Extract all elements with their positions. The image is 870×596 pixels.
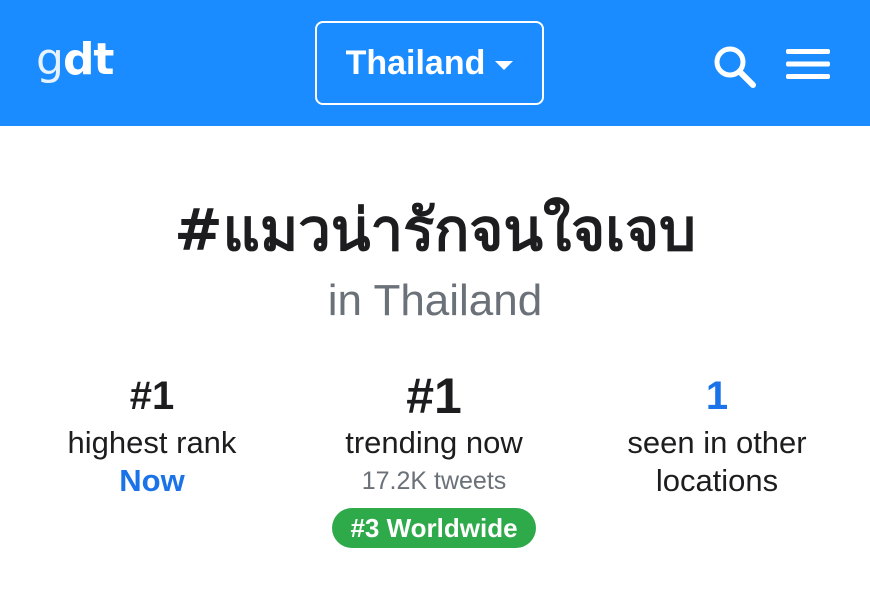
top-nav-bar: gdt Thailand (0, 0, 870, 126)
menu-icon (786, 49, 830, 79)
logo-letter-g: g (36, 34, 64, 85)
worldwide-rank-badge[interactable]: #3 Worldwide (332, 508, 536, 548)
other-locations-label-line2: locations (655, 463, 779, 498)
search-icon (714, 46, 756, 88)
logo-letters-dt: dt (62, 34, 115, 85)
highest-rank-label: highest rank (67, 425, 237, 460)
trending-now-label: trending now (345, 425, 523, 460)
tweet-count: 17.2K tweets (361, 467, 507, 495)
menu-button[interactable] (786, 46, 830, 82)
trend-location-subtitle: in Thailand (327, 276, 543, 325)
country-selector-label: Thailand (345, 43, 486, 82)
gdt-logo[interactable]: gdt (36, 30, 115, 90)
other-locations-count[interactable]: 1 (567, 372, 867, 420)
highest-rank-when: Now (119, 463, 185, 498)
search-button[interactable] (712, 44, 758, 90)
stat-trending-now: #1 trending now 17.2K tweets #3 Worldwid… (284, 368, 584, 548)
highest-rank-value: #1 (129, 374, 175, 418)
stat-other-locations[interactable]: 1 seen in other locations (567, 372, 867, 500)
trend-hashtag-title: #แมวน่ารักจนใจเจบ (174, 196, 696, 264)
caret-down-icon (495, 60, 514, 70)
country-selector-button[interactable]: Thailand (315, 21, 544, 105)
trending-now-value: #1 (406, 368, 462, 424)
other-locations-label-line1: seen in other (627, 425, 807, 460)
stat-highest-rank: #1 highest rank Now (2, 372, 302, 500)
